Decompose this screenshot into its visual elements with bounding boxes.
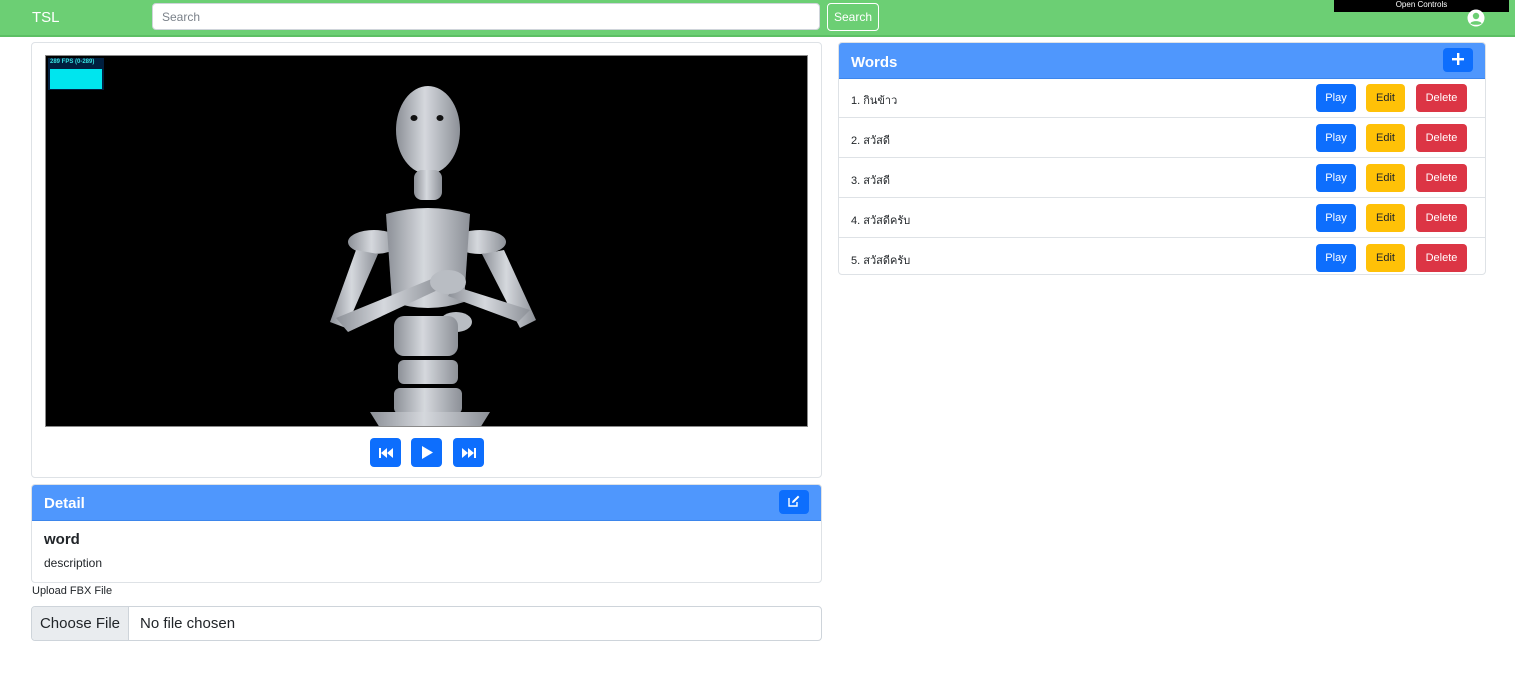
file-status: No file chosen <box>140 615 236 632</box>
list-item: 2. สวัสดี Play Edit Delete <box>839 118 1485 158</box>
plus-icon <box>1452 52 1464 65</box>
play-word-button[interactable]: Play <box>1316 84 1356 112</box>
detail-header: Detail <box>32 485 821 521</box>
edit-word-button[interactable]: Edit <box>1366 124 1405 152</box>
list-item: 4. สวัสดีครับ Play Edit Delete <box>839 198 1485 238</box>
delete-word-button[interactable]: Delete <box>1416 164 1467 192</box>
word-label: 1. กินข้าว <box>851 95 898 107</box>
delete-word-button[interactable]: Delete <box>1416 244 1467 272</box>
word-label: 2. สวัสดี <box>851 135 890 147</box>
edit-detail-button[interactable] <box>779 490 809 514</box>
list-item: 3. สวัสดี Play Edit Delete <box>839 158 1485 198</box>
file-input[interactable]: Choose File No file chosen <box>31 606 822 641</box>
word-label: 3. สวัสดี <box>851 175 890 187</box>
navbar: TSL Search Open Controls <box>0 0 1515 37</box>
play-icon <box>421 446 433 459</box>
detail-title: Detail <box>44 495 85 512</box>
add-word-button[interactable] <box>1443 48 1473 72</box>
fps-text: 289 FPS (0-289) <box>50 59 95 65</box>
play-word-button[interactable]: Play <box>1316 164 1356 192</box>
fps-graph <box>50 69 102 89</box>
play-button[interactable] <box>411 438 442 467</box>
edit-icon <box>788 495 800 507</box>
search-button[interactable]: Search <box>827 3 879 31</box>
brand-logo[interactable]: TSL <box>32 9 60 26</box>
play-word-button[interactable]: Play <box>1316 244 1356 272</box>
upload-label: Upload FBX File <box>32 585 113 597</box>
3d-viewport[interactable]: 289 FPS (0-289) <box>45 55 808 427</box>
edit-word-button[interactable]: Edit <box>1366 164 1405 192</box>
list-item: 5. สวัสดีครับ Play Edit Delete <box>839 238 1485 277</box>
fps-stats-panel[interactable]: 289 FPS (0-289) <box>48 58 104 90</box>
choose-file-button[interactable]: Choose File <box>32 607 129 640</box>
words-title: Words <box>851 54 898 71</box>
skip-forward-button[interactable] <box>453 438 484 467</box>
play-word-button[interactable]: Play <box>1316 124 1356 152</box>
delete-word-button[interactable]: Delete <box>1416 124 1467 152</box>
skip-forward-icon <box>461 447 476 458</box>
delete-word-button[interactable]: Delete <box>1416 204 1467 232</box>
edit-word-button[interactable]: Edit <box>1366 84 1405 112</box>
viewer-panel: 289 FPS (0-289) <box>31 42 822 478</box>
skip-back-icon <box>378 447 393 458</box>
detail-panel: Detail word description <box>31 484 822 583</box>
word-list: 1. กินข้าว Play Edit Delete 2. สวัสดี Pl… <box>839 78 1485 277</box>
words-panel: Words 1. กินข้าว Play Edit Delete 2. สวั… <box>838 42 1486 275</box>
detail-word: word <box>44 531 80 548</box>
mannequin-model <box>330 86 536 426</box>
list-item: 1. กินข้าว Play Edit Delete <box>839 78 1485 118</box>
user-circle-icon[interactable] <box>1467 9 1485 27</box>
skip-back-button[interactable] <box>370 438 401 467</box>
detail-description: description <box>44 556 103 570</box>
words-header: Words <box>839 43 1485 79</box>
word-label: 4. สวัสดีครับ <box>851 215 911 227</box>
delete-word-button[interactable]: Delete <box>1416 84 1467 112</box>
word-label: 5. สวัสดีครับ <box>851 255 911 267</box>
edit-word-button[interactable]: Edit <box>1366 244 1405 272</box>
edit-word-button[interactable]: Edit <box>1366 204 1405 232</box>
search-input[interactable] <box>152 3 820 30</box>
play-word-button[interactable]: Play <box>1316 204 1356 232</box>
